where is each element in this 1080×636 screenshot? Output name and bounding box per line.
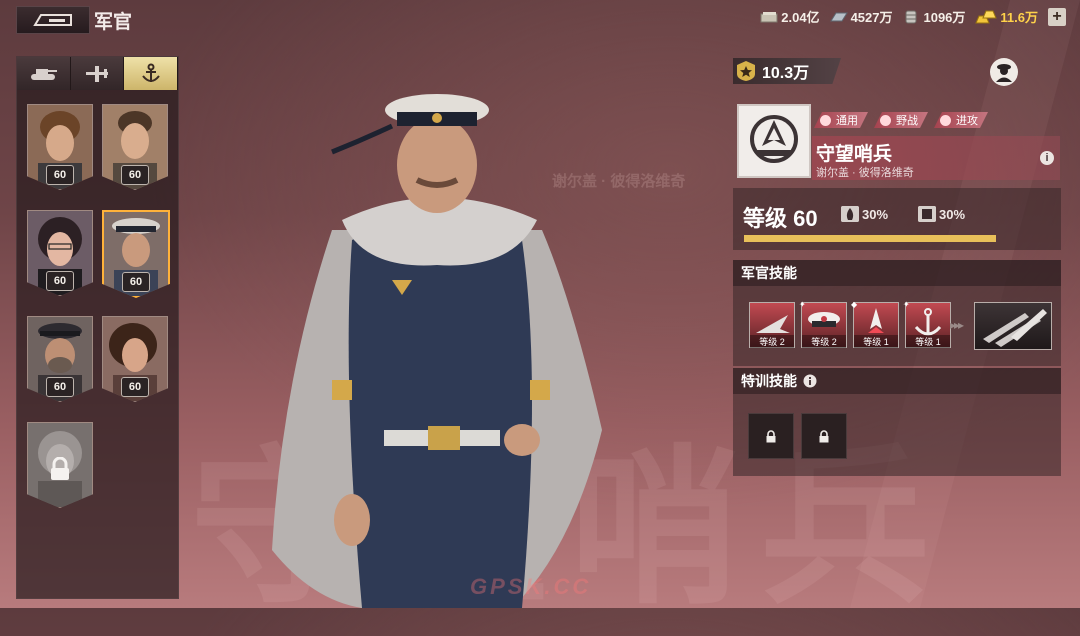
currency-fuel-value: 1096万 <box>923 10 966 25</box>
info-icon[interactable] <box>803 374 817 388</box>
combat-power-value: 10.3万 <box>762 65 810 82</box>
skill-slot-1[interactable]: 等级 2 <box>749 302 795 348</box>
officer-level-badge: 60 <box>46 271 74 291</box>
skill-slot-4[interactable]: ✦ 等级 1 <box>903 300 951 348</box>
ultimate-skill-slot[interactable] <box>974 302 1052 350</box>
tab-army[interactable] <box>17 57 71 90</box>
officer-name-watermark: 谢尔盖 · 彼得洛维奇 <box>552 173 686 190</box>
cash-stack-icon <box>760 11 778 22</box>
currency-cash[interactable]: 2.04亿 <box>760 7 820 26</box>
star-badge-icon <box>737 61 755 81</box>
officer-card-selected[interactable]: 60 <box>102 210 170 298</box>
officer-card-locked[interactable] <box>27 422 93 508</box>
currency-gold-value: 11.6万 <box>1000 10 1038 25</box>
bonus-armor: 30% <box>918 206 965 222</box>
sentinel-emblem-icon <box>750 115 798 163</box>
officer-tags: 通用 野战 进攻 <box>814 112 988 128</box>
field-circle-icon <box>880 115 891 126</box>
officer-roster-panel: 60 60 60 60 60 60 <box>16 56 179 599</box>
page-title: 军官 <box>94 12 133 33</box>
officer-card[interactable]: 60 <box>102 104 168 190</box>
back-arrow-icon <box>33 14 72 26</box>
lock-icon <box>51 457 69 480</box>
officer-level-badge: 60 <box>46 377 74 397</box>
special-skills-title: 特训技能 <box>741 373 797 389</box>
oil-barrel-icon <box>905 10 917 23</box>
officer-skills-title: 军官技能 <box>741 265 797 281</box>
tag-label: 进攻 <box>956 115 978 127</box>
officer-silhouette-icon <box>996 64 1012 82</box>
currency-steel[interactable]: 4527万 <box>829 7 893 26</box>
experience-bar-fill <box>744 235 996 242</box>
gold-bars-icon <box>975 10 998 23</box>
tag-label: 通用 <box>836 115 858 127</box>
star-circle-icon <box>820 115 831 126</box>
officer-type-tabs <box>17 57 179 90</box>
tab-navy[interactable] <box>124 57 179 90</box>
currency-fuel[interactable]: 1096万 <box>902 7 965 26</box>
officer-level: 等级 60 <box>743 206 818 231</box>
skill-level: 等级 1 <box>906 335 950 348</box>
tag-label: 野战 <box>896 115 918 127</box>
special-skill-slot-locked[interactable] <box>801 413 847 459</box>
officer-card[interactable]: 60 <box>27 316 93 402</box>
officer-name: 谢尔盖 · 彼得洛维奇 <box>816 167 914 179</box>
tank-icon <box>31 68 58 80</box>
chevron-right-icon: ▸▸▸ <box>950 318 964 332</box>
anchor-icon <box>141 63 160 82</box>
crosshair-circle-icon <box>940 115 951 126</box>
combat-power: 10.3万 <box>733 58 841 84</box>
officer-name-box: 守望哨兵 谢尔盖 · 彼得洛维奇 i <box>812 136 1060 180</box>
lock-icon <box>766 429 776 442</box>
steel-bar-icon <box>829 12 848 21</box>
officer-profile-button[interactable] <box>990 58 1018 86</box>
officer-level-badge: 60 <box>121 377 149 397</box>
officer-title: 守望哨兵 <box>816 144 893 165</box>
officer-level-badge: 60 <box>122 272 150 292</box>
officer-skills-header: 军官技能 <box>733 260 1061 286</box>
tag-general: 通用 <box>814 112 868 128</box>
currency-steel-value: 4527万 <box>850 10 893 25</box>
officer-card[interactable]: 60 <box>27 104 93 190</box>
special-skills-header: 特训技能 <box>733 368 1061 394</box>
plane-icon <box>86 65 108 82</box>
currency-gold[interactable]: 11.6万 <box>975 7 1038 26</box>
tag-field: 野战 <box>874 112 928 128</box>
bonus-firepower: 30% <box>841 206 888 222</box>
lock-icon <box>819 429 829 442</box>
tag-attack: 进攻 <box>934 112 988 128</box>
currency-bar: 2.04亿 4527万 1096万 11.6万 + <box>760 7 1066 26</box>
officer-info-button[interactable]: i <box>1040 151 1054 165</box>
special-skill-slot-locked[interactable] <box>748 413 794 459</box>
skill-slot-2[interactable]: ✦ 等级 2 <box>799 300 847 348</box>
officer-level-badge: 60 <box>46 165 74 185</box>
fire-icon <box>841 206 859 222</box>
currency-cash-value: 2.04亿 <box>781 10 820 25</box>
officer-character-art <box>272 94 602 608</box>
skill-level: 等级 2 <box>802 335 846 348</box>
skill-level: 等级 2 <box>750 335 794 348</box>
level-panel: 等级 60 30% 30% <box>733 188 1061 250</box>
officer-level-badge: 60 <box>121 165 149 185</box>
site-watermark: GPSK.CC <box>470 574 592 599</box>
missile-barrage-icon <box>983 309 1047 347</box>
bonus-firepower-value: 30% <box>862 206 889 222</box>
top-bar: 军官 2.04亿 4527万 1096万 11.6万 + <box>0 0 1080 38</box>
add-gold-button[interactable]: + <box>1048 7 1066 26</box>
skill-slot-3[interactable]: ◆ 等级 1 <box>851 300 899 348</box>
back-button[interactable] <box>16 6 90 34</box>
officer-card[interactable]: 60 <box>27 210 93 296</box>
officer-class-emblem <box>737 104 811 178</box>
tab-air-force[interactable] <box>70 57 125 90</box>
bonus-armor-value: 30% <box>939 206 966 222</box>
experience-bar <box>744 235 996 242</box>
armor-icon <box>918 206 936 222</box>
skill-level: 等级 1 <box>854 335 898 348</box>
officer-card[interactable]: 60 <box>102 316 168 402</box>
